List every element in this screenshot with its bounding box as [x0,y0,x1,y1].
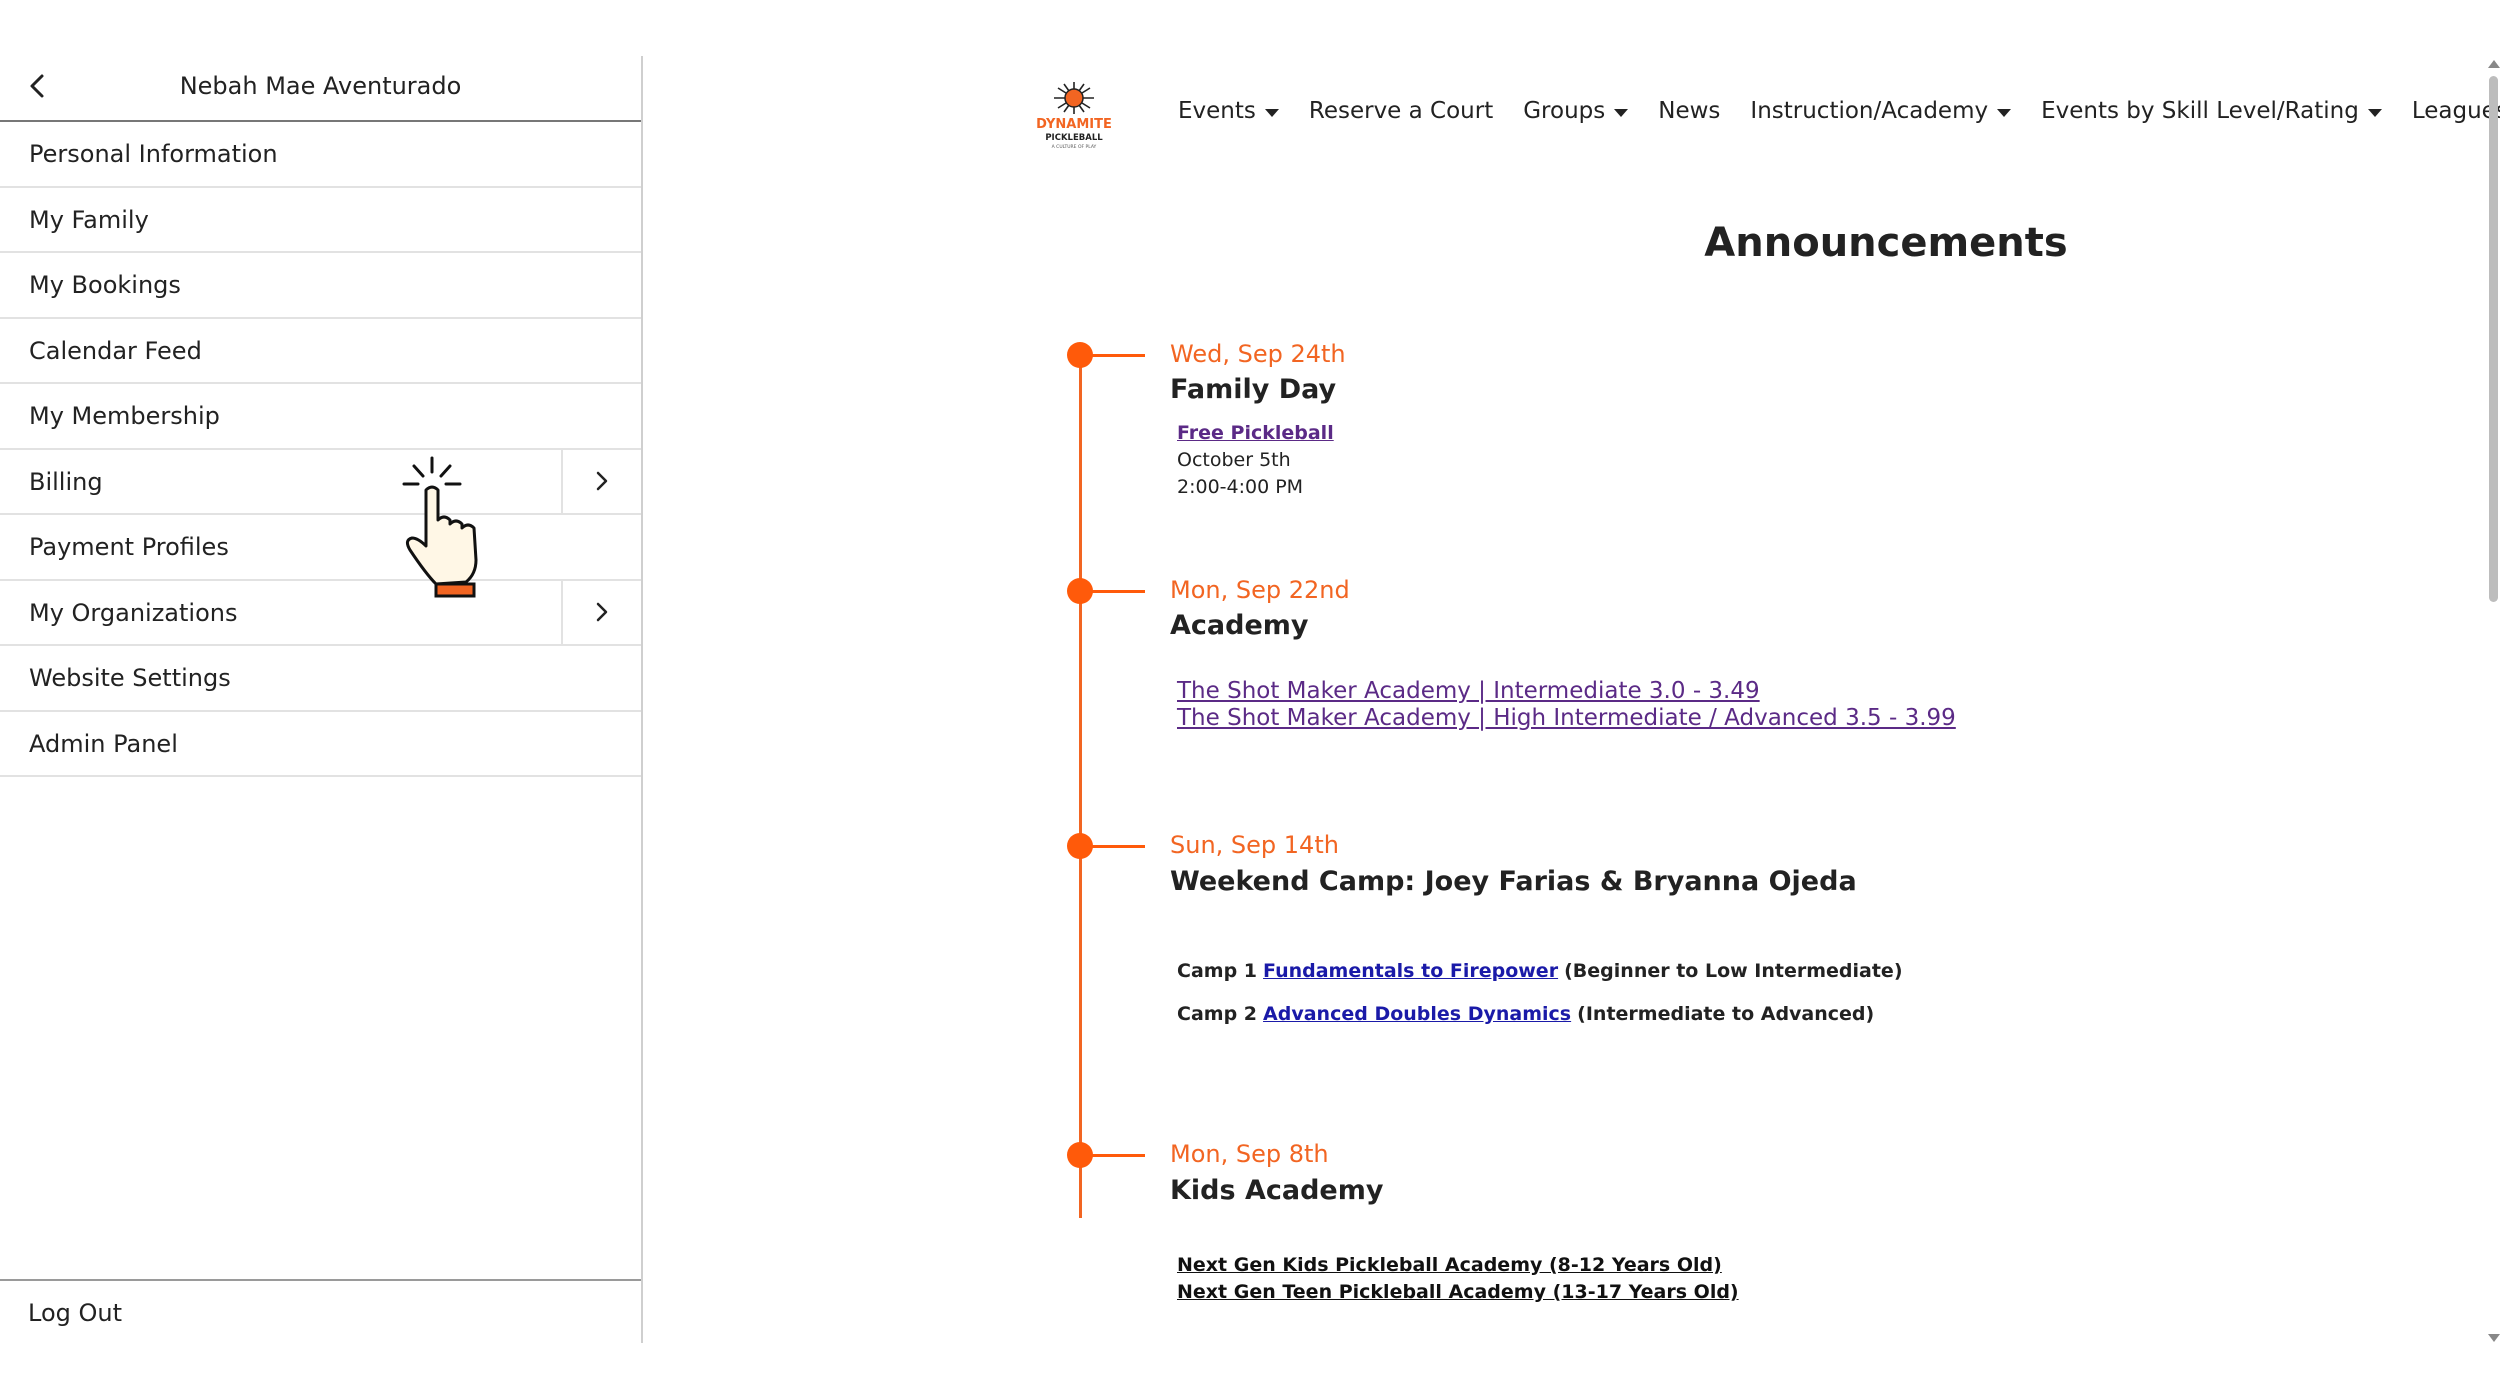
sidebar-item-label: Admin Panel [29,729,178,758]
fundamentals-to-firepower-link[interactable]: Fundamentals to Firepower [1263,960,1558,982]
nav-reserve-a-court[interactable]: Reserve a Court [1309,98,1493,124]
sidebar-item-payment-profiles[interactable]: Payment Profiles [0,515,641,581]
billing-expand-button[interactable] [561,449,641,513]
nav-label: Leagues [2411,98,2500,124]
sidebar-item-billing[interactable]: Billing [0,449,641,515]
announcement-date: Mon, Sep 22nd [1170,576,1350,604]
camp2-row: Camp 2 Advanced Doubles Dynamics (Interm… [1177,1003,1874,1025]
timeline-tick [1080,590,1145,593]
sidebar-item-website-settings[interactable]: Website Settings [0,646,641,712]
nav-label: News [1658,98,1721,124]
nav-label: Events [1178,98,1256,124]
chevron-right-icon [596,472,608,491]
sidebar-item-label: Personal Information [29,140,278,168]
logout-label: Log Out [28,1299,123,1327]
nav-label: Instruction/Academy [1750,98,1989,124]
top-navigation: Events Reserve a Court Groups News Instr… [1178,98,2500,124]
announcement-title: Family Day [1170,374,1337,405]
sidebar-item-label: My Organizations [29,598,238,627]
timeline-line [1079,356,1082,1218]
chevron-right-icon [596,603,608,622]
caret-down-icon [2367,108,2382,117]
nav-leagues[interactable]: Leagues [2412,98,2500,124]
timeline-tick [1080,1154,1145,1157]
sidebar-item-label: My Bookings [29,271,181,299]
dynamite-pickleball-logo[interactable]: DYNAMITE PICKLEBALL A CULTURE OF PLAY [1036,80,1112,152]
nav-label: Groups [1523,98,1606,124]
announcement-body: Free Pickleball [1177,422,1334,444]
announcement-title: Weekend Camp: Joey Farias & Bryanna Ojed… [1170,866,1857,897]
logo-tagline: A CULTURE OF PLAY [1052,144,1097,150]
announcement-link-row: Next Gen Kids Pickleball Academy (8-12 Y… [1177,1254,1722,1276]
announcement-link-row: The Shot Maker Academy | High Intermedia… [1177,705,1956,731]
sidebar-item-label: Calendar Feed [29,336,202,365]
camp1-suffix: (Beginner to Low Intermediate) [1564,960,1903,982]
shot-maker-intermediate-link[interactable]: The Shot Maker Academy | Intermediate 3.… [1177,678,1760,704]
sidebar-item-admin-panel[interactable]: Admin Panel [0,712,641,777]
sidebar-item-label: My Family [29,205,149,234]
next-gen-kids-academy-link[interactable]: Next Gen Kids Pickleball Academy (8-12 Y… [1177,1254,1722,1276]
camp1-row: Camp 1 Fundamentals to Firepower (Beginn… [1177,960,1903,982]
user-name: Nebah Mae Aventurado [179,72,462,100]
scrollbar-thumb[interactable] [2489,76,2498,602]
logout-button[interactable]: Log Out [0,1279,641,1343]
advanced-doubles-dynamics-link[interactable]: Advanced Doubles Dynamics [1263,1003,1571,1025]
nav-news[interactable]: News [1658,98,1720,124]
nav-events[interactable]: Events [1178,98,1279,124]
nav-instruction-academy[interactable]: Instruction/Academy [1750,98,2012,124]
announcement-date: Mon, Sep 8th [1170,1140,1329,1168]
announcement-date: Sun, Sep 14th [1170,831,1339,859]
sidebar-item-my-organizations[interactable]: My Organizations [0,580,641,646]
timeline-tick [1080,354,1145,357]
nav-label: Reserve a Court [1308,98,1494,124]
hand-pointer-cursor-icon [402,456,478,598]
announcement-line: 2:00-4:00 PM [1177,476,1304,498]
sidebar-header: Nebah Mae Aventurado [0,56,641,122]
sidebar-item-label: Payment Profiles [29,533,229,561]
organizations-expand-button[interactable] [561,580,641,644]
caret-down-icon [1264,108,1279,117]
shot-maker-advanced-link[interactable]: The Shot Maker Academy | High Intermedia… [1177,705,1956,731]
scroll-down-arrow-icon[interactable] [2488,1334,2500,1342]
camp1-prefix: Camp 1 [1177,960,1257,982]
sidebar-item-label: Billing [29,467,103,496]
free-pickleball-link[interactable]: Free Pickleball [1177,422,1334,444]
logo-subtext: PICKLEBALL [1045,133,1103,143]
sidebar-item-label: My Membership [29,402,220,430]
camp2-suffix: (Intermediate to Advanced) [1577,1003,1875,1025]
caret-down-icon [1614,108,1629,117]
sidebar-item-my-bookings[interactable]: My Bookings [0,253,641,319]
sidebar-item-calendar-feed[interactable]: Calendar Feed [0,319,641,384]
announcement-date: Wed, Sep 24th [1170,340,1346,368]
nav-groups[interactable]: Groups [1523,98,1629,124]
timeline-tick [1080,845,1145,848]
caret-down-icon [1997,108,2012,117]
announcement-title: Academy [1170,610,1309,641]
camp2-prefix: Camp 2 [1177,1003,1257,1025]
sidebar-item-my-membership[interactable]: My Membership [0,384,641,450]
logo-text: DYNAMITE [1036,117,1112,132]
sidebar-item-personal-information[interactable]: Personal Information [0,122,641,188]
announcement-link-row: The Shot Maker Academy | Intermediate 3.… [1177,678,1760,704]
sidebar-item-my-family[interactable]: My Family [0,188,641,253]
nav-events-by-skill[interactable]: Events by Skill Level/Rating [2041,98,2382,124]
scroll-up-arrow-icon[interactable] [2488,60,2500,68]
announcement-title: Kids Academy [1170,1175,1384,1206]
nav-label: Events by Skill Level/Rating [2041,98,2359,124]
account-sidebar: Nebah Mae Aventurado Personal Informatio… [0,56,643,1343]
announcement-link-row: Next Gen Teen Pickleball Academy (13-17 … [1177,1281,1739,1303]
announcement-line: October 5th [1177,449,1291,471]
page-title: Announcements [1704,220,2068,266]
sidebar-item-label: Website Settings [29,664,231,692]
next-gen-teen-academy-link[interactable]: Next Gen Teen Pickleball Academy (13-17 … [1177,1281,1739,1303]
